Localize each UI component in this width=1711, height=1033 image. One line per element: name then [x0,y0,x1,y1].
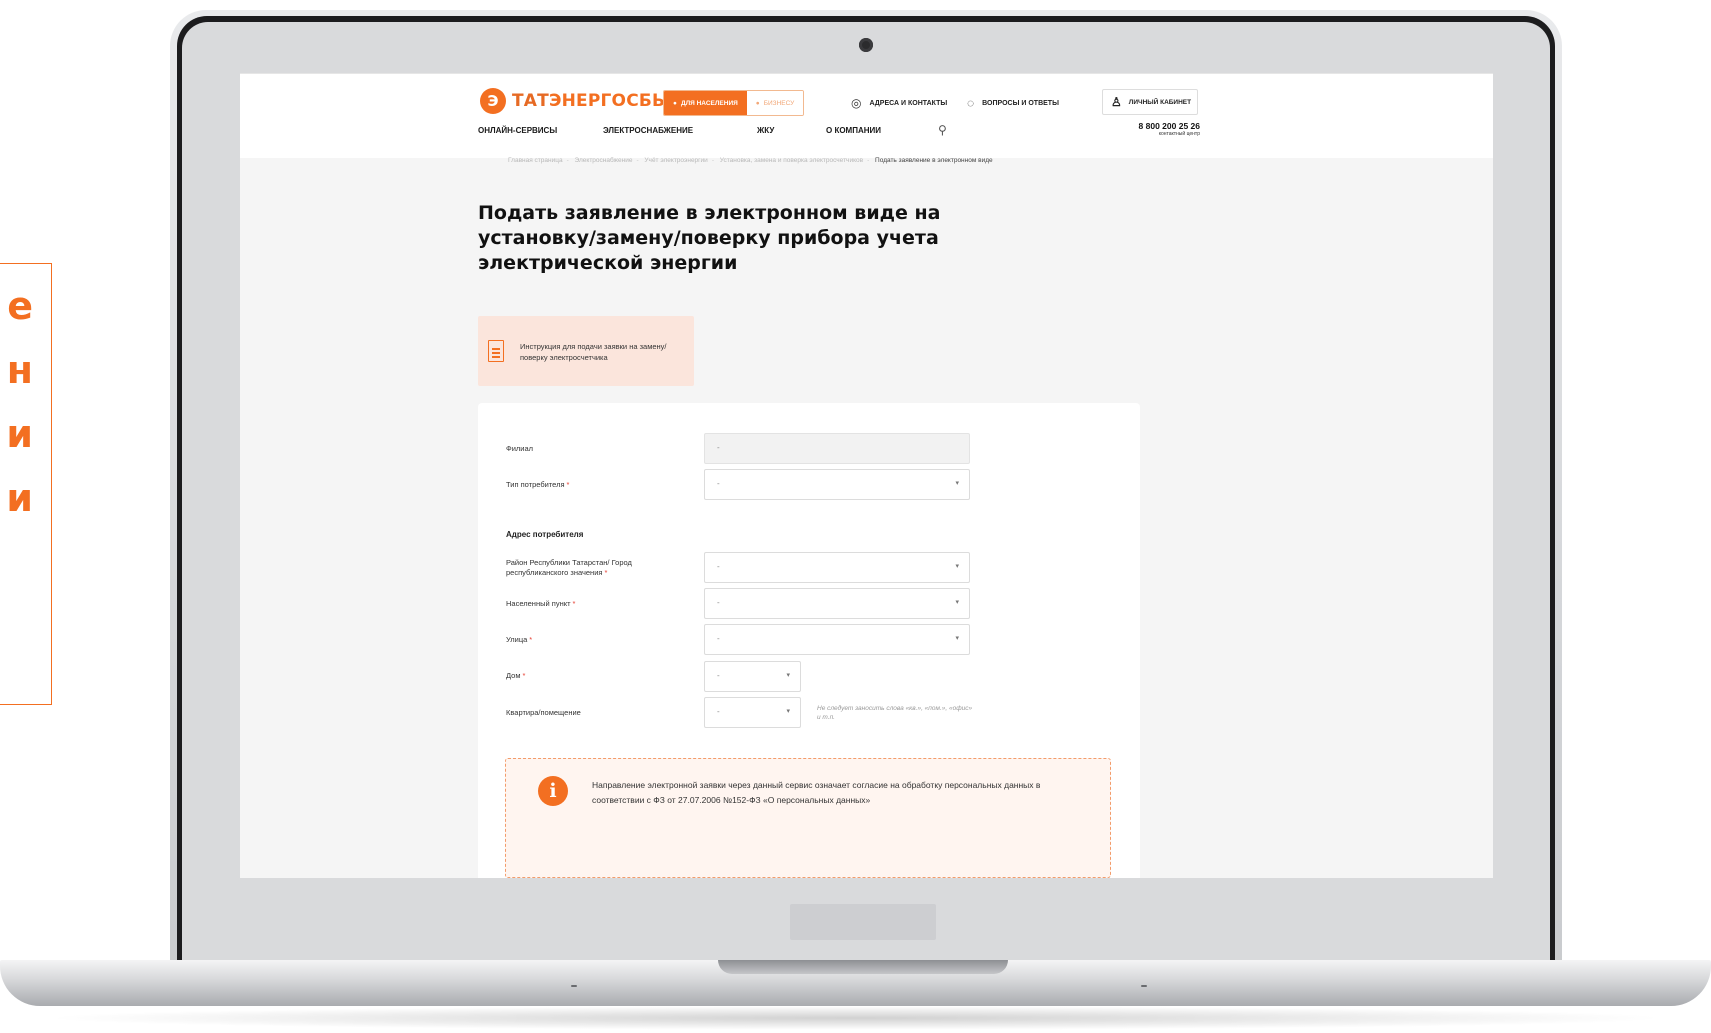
field-label-consumer-type: Тип потребителя * [506,480,570,489]
instruction-link[interactable]: Инструкция для подачи заявки на замену/п… [478,316,694,386]
nav-power-supply[interactable]: ЭЛЕКТРОСНАБЖЕНИЕ [603,126,693,135]
audience-switch: ● ДЛЯ НАСЕЛЕНИЯ ● БИЗНЕСУ [663,90,805,116]
nav-online-services[interactable]: ОНЛАЙН-СЕРВИСЫ [478,126,557,135]
breadcrumb-item[interactable]: Установка, замена и поверка электросчетч… [720,157,863,164]
field-label-locality: Населенный пункт * [506,599,576,608]
side-callout: е н и и [0,263,52,705]
laptop-hinge-notch [718,960,1008,974]
location-pin-icon: ◎ [851,96,862,110]
consent-notice: i Направление электронной заявки через д… [505,758,1111,878]
consumer-type-select[interactable]: - ▾ [704,469,970,500]
callout-char: е [7,284,33,328]
chevron-down-icon: ▾ [955,598,959,606]
laptop-shadow [40,1006,1671,1030]
info-icon: i [538,776,568,806]
browser-screen: Э ТАТЭНЕРГОСБЫТ ● ДЛЯ НАСЕЛЕНИЯ ● БИЗНЕС… [240,73,1493,878]
logo-text: ТАТЭНЕРГОСБЫТ [512,91,682,111]
apartment-select[interactable]: - ▾ [704,697,801,728]
callout-char: и [6,476,33,520]
logo-icon: Э [480,88,506,114]
breadcrumb-item[interactable]: Главная страница [508,157,563,164]
site-logo[interactable]: Э ТАТЭНЕРГОСБЫТ [480,88,682,114]
field-label-district: Район Республики Татарстан/ Город респуб… [506,558,632,577]
faq-link[interactable]: ◌ ВОПРОСЫ И ОТВЕТЫ [967,96,1059,110]
consent-text: Направление электронной заявки через дан… [592,780,1041,805]
chevron-down-icon: ▾ [955,634,959,642]
laptop-foot [1141,985,1147,987]
locality-select[interactable]: - ▾ [704,588,970,619]
camera-icon [859,38,873,52]
chevron-down-icon: ▾ [786,671,790,679]
page-title: Подать заявление в электронном виде на у… [478,202,941,274]
field-label-filial: Филиал [506,444,534,453]
street-select[interactable]: - ▾ [704,624,970,655]
field-label-house: Дом * [506,671,526,680]
callout-char: и [6,412,33,456]
nav-housing[interactable]: ЖКУ [757,126,774,135]
field-label-apartment: Квартира/помещение [506,708,581,717]
nav-about[interactable]: О КОМПАНИИ [826,126,881,135]
breadcrumb-item[interactable]: Электроснабжение [575,157,633,164]
filial-field: - [704,433,970,464]
breadcrumb-item[interactable]: Учёт электроэнергии [644,157,707,164]
breadcrumb-current: Подать заявление в электронном виде [875,157,993,164]
callout-char: н [6,348,33,392]
chevron-down-icon: ▾ [955,562,959,570]
document-icon [488,340,504,362]
contact-phone[interactable]: 8 800 200 25 26 [1100,121,1200,131]
house-select[interactable]: - ▾ [704,661,801,692]
chat-bubbles-icon: ◌ [967,96,975,110]
breadcrumb: Главная страница - Электроснабжение - Учёт… [508,157,993,164]
audience-tab-individuals[interactable]: ● ДЛЯ НАСЕЛЕНИЯ [664,91,747,115]
audience-tab-business[interactable]: ● БИЗНЕСУ [746,91,804,115]
laptop-chin-plate [790,904,936,940]
search-icon[interactable]: ⚲ [938,123,947,137]
site-header: Э ТАТЭНЕРГОСБЫТ ● ДЛЯ НАСЕЛЕНИЯ ● БИЗНЕС… [240,73,1493,158]
chevron-down-icon: ▾ [786,707,790,715]
contact-phone-caption: контактный центр [1158,131,1200,137]
contacts-link[interactable]: ◎ АДРЕСА И КОНТАКТЫ [851,96,947,110]
instruction-text: Инструкция для подачи заявки на замену/п… [520,342,667,362]
chevron-down-icon: ▾ [955,479,959,487]
district-select[interactable]: - ▾ [704,552,970,583]
user-icon: ♙ [1111,95,1122,109]
apartment-hint: Не следует заносить слова «кв.», «пом.»,… [817,705,973,721]
application-form: Филиал - Тип потребителя * - ▾ Адрес потр… [478,403,1140,878]
field-label-street: Улица * [506,635,533,644]
address-section-title: Адрес потребителя [506,530,584,539]
laptop-foot [571,985,577,987]
personal-cabinet-button[interactable]: ♙ ЛИЧНЫЙ КАБИНЕТ [1102,89,1198,115]
